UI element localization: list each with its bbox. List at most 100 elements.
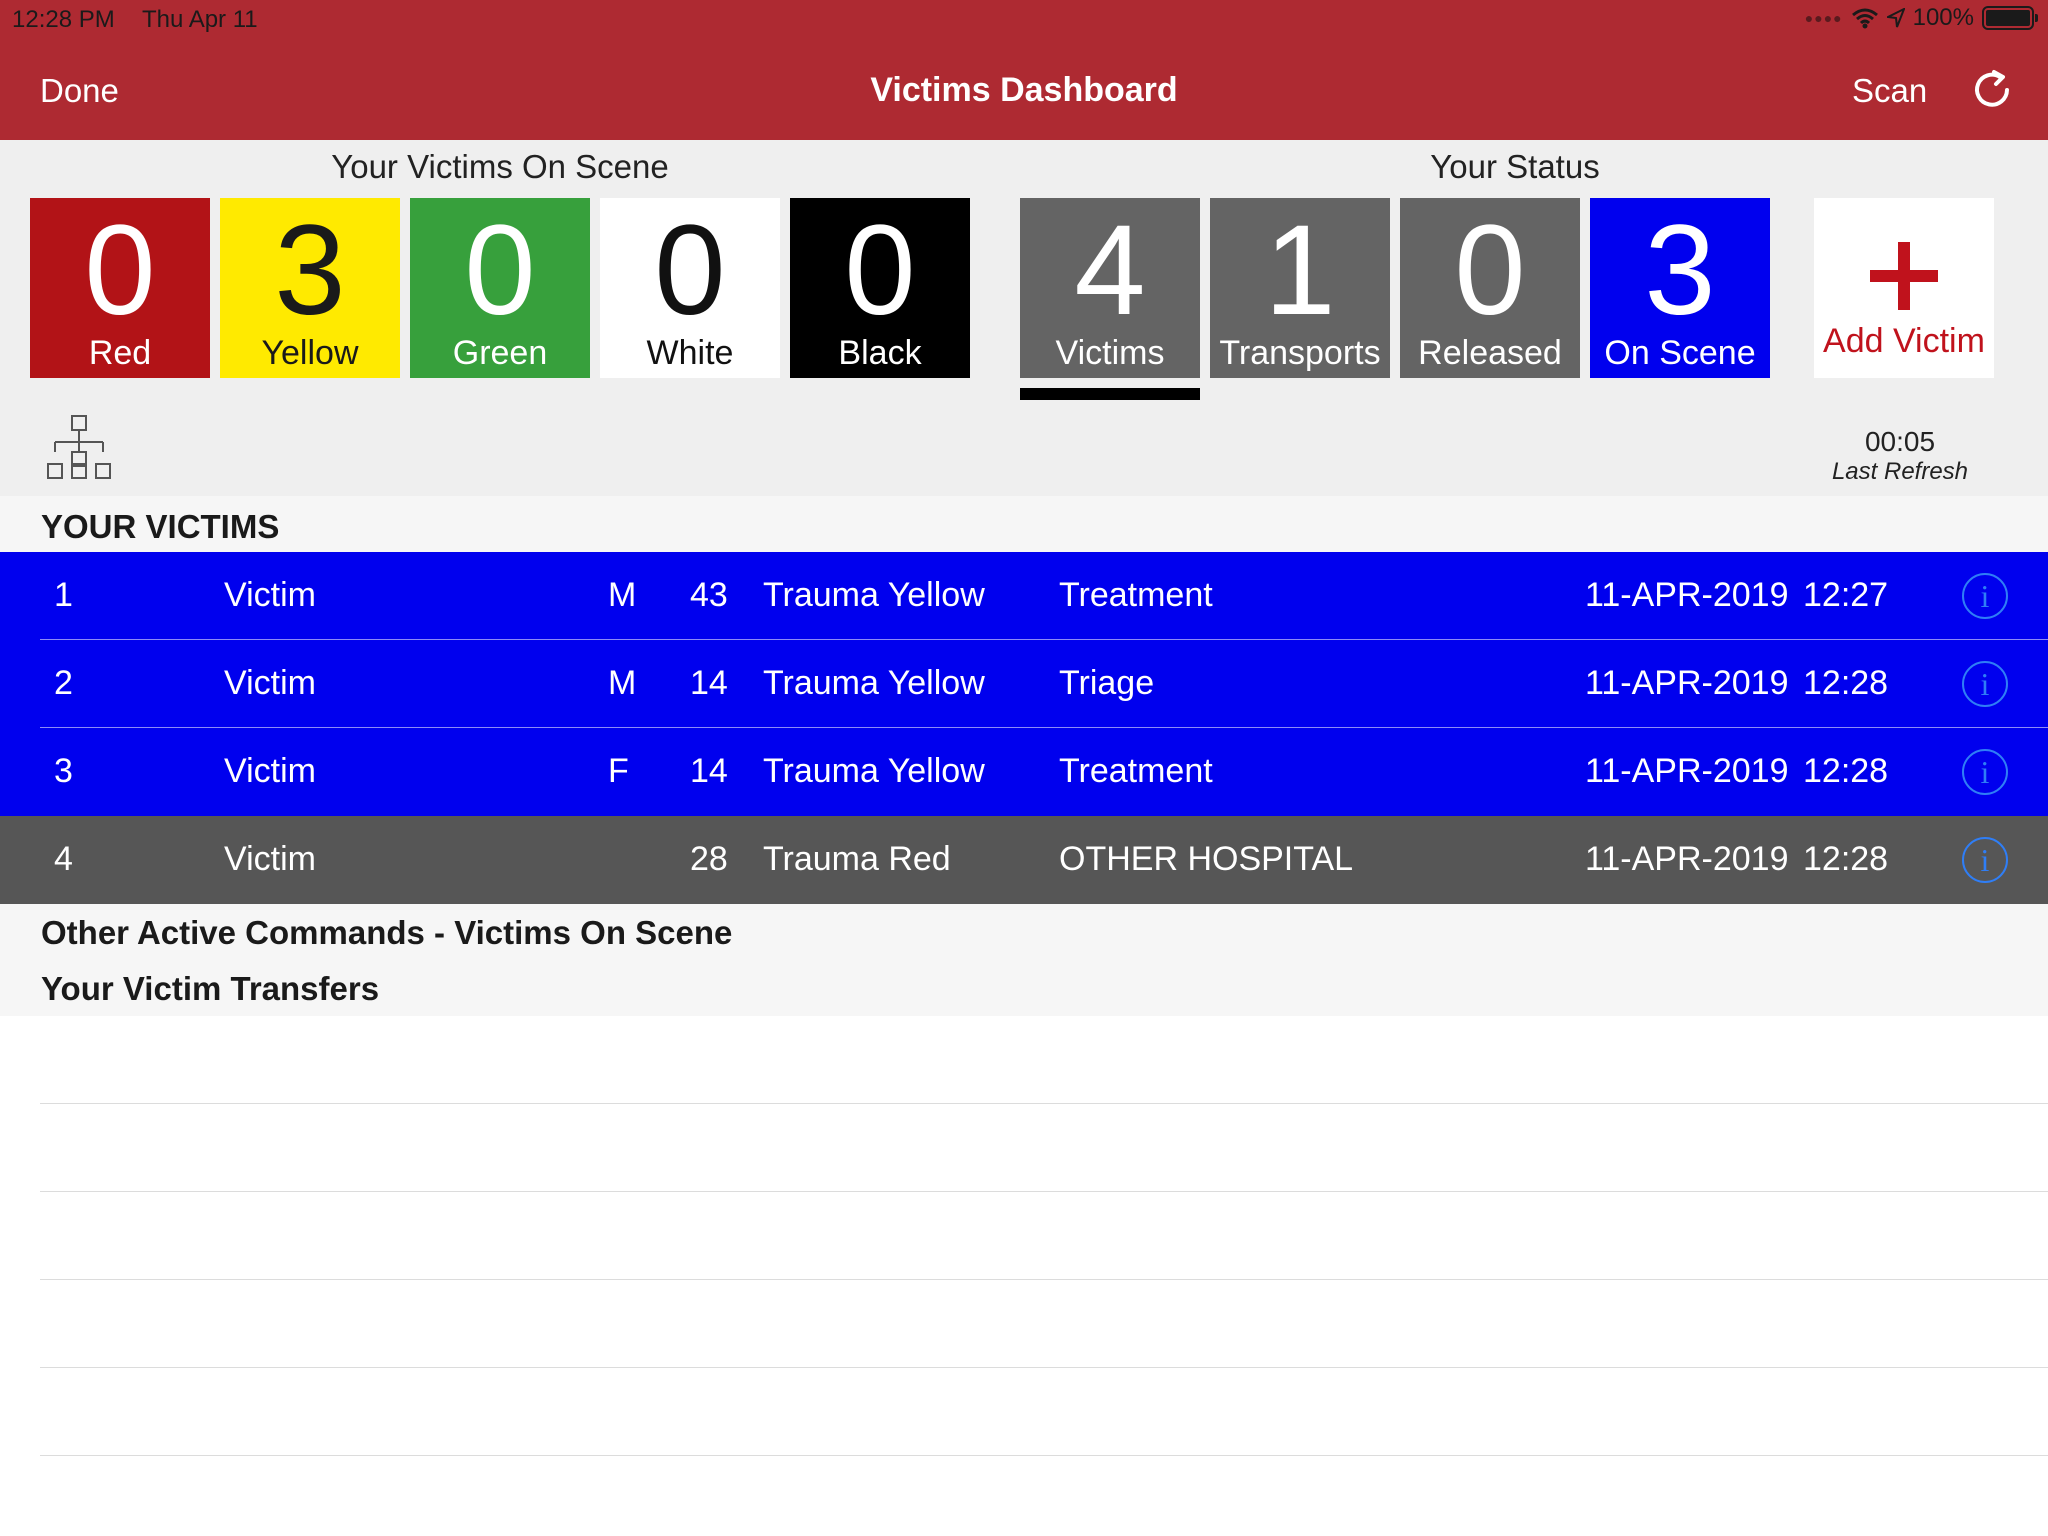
victim-time: 12:28 <box>1803 752 1889 790</box>
green-count: 0 <box>464 199 536 342</box>
victim-category: Trauma Yellow <box>763 752 985 790</box>
other-commands-header[interactable]: Other Active Commands - Victims On Scene <box>0 904 2048 960</box>
victim-row[interactable]: 4 Victim 28 Trauma Red OTHER HOSPITAL 11… <box>0 816 2048 904</box>
selected-tab-indicator <box>1020 388 1200 400</box>
on-scene-count: 3 <box>1644 199 1716 342</box>
other-commands-heading: Other Active Commands - Victims On Scene <box>41 914 733 951</box>
victims-list: 1 Victim M 43 Trauma Yellow Treatment 11… <box>0 552 2048 904</box>
plus-icon <box>1870 242 1938 310</box>
empty-row-divider <box>40 1279 2048 1280</box>
victim-name: Victim <box>224 752 316 790</box>
info-icon[interactable]: i <box>1962 837 2008 883</box>
green-label: Green <box>452 334 548 372</box>
transfers-heading: Your Victim Transfers <box>41 970 380 1007</box>
victim-row[interactable]: 3 Victim F 14 Trauma Yellow Treatment 11… <box>0 728 2048 816</box>
victims-count-tile[interactable]: 4 Victims <box>1020 198 1200 378</box>
empty-row-divider <box>40 1103 2048 1104</box>
victim-category: Trauma Yellow <box>763 576 985 614</box>
refresh-label: Last Refresh <box>1831 458 1969 485</box>
status-heading: Your Status <box>1430 148 1600 185</box>
victim-sex: M <box>608 664 637 702</box>
on-scene-heading: Your Victims On Scene <box>331 148 669 185</box>
info-icon[interactable]: i <box>1962 749 2008 795</box>
scan-button[interactable]: Scan <box>1852 72 1927 110</box>
red-count-tile[interactable]: 0 Red <box>30 198 210 378</box>
status-time: 12:28 PM <box>12 6 115 33</box>
white-count: 0 <box>654 199 726 342</box>
empty-row-divider <box>40 1191 2048 1192</box>
victim-id: 3 <box>54 752 73 790</box>
victim-date: 11-APR-2019 <box>1585 840 1789 878</box>
wifi-icon <box>1851 8 1878 29</box>
victim-id: 2 <box>54 664 73 702</box>
white-label: White <box>646 334 734 372</box>
your-victims-heading: YOUR VICTIMS <box>41 508 280 545</box>
victim-name: Victim <box>224 576 316 614</box>
white-count-tile[interactable]: 0 White <box>600 198 780 378</box>
battery-icon <box>1982 6 2038 30</box>
location-arrow-icon <box>1886 8 1905 28</box>
victim-status: Treatment <box>1059 752 1213 790</box>
victim-row[interactable]: 2 Victim M 14 Trauma Yellow Triage 11-AP… <box>0 640 2048 728</box>
victim-date: 11-APR-2019 <box>1585 576 1789 614</box>
transports-count-tile[interactable]: 1 Transports <box>1210 198 1390 378</box>
victim-time: 12:28 <box>1803 664 1889 702</box>
victim-sex: M <box>608 576 637 614</box>
victim-status: OTHER HOSPITAL <box>1059 840 1354 878</box>
victim-age: 28 <box>690 840 728 878</box>
victim-category: Trauma Red <box>763 840 951 878</box>
empty-row-divider <box>40 1455 2048 1456</box>
signal-icon: ●●●● <box>1804 10 1843 26</box>
add-victim-button[interactable]: Add Victim <box>1814 198 1994 378</box>
victim-category: Trauma Yellow <box>763 664 985 702</box>
black-label: Black <box>838 334 922 372</box>
yellow-count: 3 <box>274 199 346 342</box>
green-count-tile[interactable]: 0 Green <box>410 198 590 378</box>
victim-name: Victim <box>224 664 316 702</box>
info-icon[interactable]: i <box>1962 661 2008 707</box>
victim-id: 4 <box>54 840 73 878</box>
victims-count: 4 <box>1074 199 1146 342</box>
refresh-icon[interactable] <box>1970 68 2014 112</box>
victim-id: 1 <box>54 576 73 614</box>
refresh-timer: 00:05 <box>1864 426 1936 457</box>
battery-percent: 100% <box>1912 4 1974 31</box>
victim-age: 14 <box>690 752 728 790</box>
info-icon[interactable]: i <box>1962 573 2008 619</box>
victim-row[interactable]: 1 Victim M 43 Trauma Yellow Treatment 11… <box>0 552 2048 640</box>
victim-name: Victim <box>224 840 316 878</box>
victims-label: Victims <box>1055 334 1165 372</box>
victim-status: Triage <box>1059 664 1155 702</box>
hierarchy-icon[interactable] <box>46 414 112 480</box>
page-title: Victims Dashboard <box>870 71 1178 109</box>
victim-age: 43 <box>690 576 728 614</box>
victim-sex: F <box>608 752 629 790</box>
released-count: 0 <box>1454 199 1526 342</box>
black-count-tile[interactable]: 0 Black <box>790 198 970 378</box>
red-label: Red <box>88 334 152 372</box>
status-date: Thu Apr 11 <box>142 6 258 33</box>
add-victim-label: Add Victim <box>1823 322 1985 360</box>
victim-date: 11-APR-2019 <box>1585 664 1789 702</box>
status-indicators: ●●●● 100% <box>1804 4 2038 32</box>
released-count-tile[interactable]: 0 Released <box>1400 198 1580 378</box>
victim-time: 12:28 <box>1803 840 1889 878</box>
black-count: 0 <box>844 199 916 342</box>
transfers-header[interactable]: Your Victim Transfers <box>0 960 2048 1016</box>
transports-count: 1 <box>1264 199 1336 342</box>
empty-row-divider <box>40 1367 2048 1368</box>
victim-age: 14 <box>690 664 728 702</box>
transports-label: Transports <box>1219 334 1381 372</box>
summary-panel: Your Victims On Scene Your Status 0 Red … <box>0 140 2048 496</box>
your-victims-header: YOUR VICTIMS <box>0 496 2048 552</box>
top-bar: 12:28 PM Thu Apr 11 ●●●● 100% Done Victi… <box>0 0 2048 140</box>
red-count: 0 <box>84 199 156 342</box>
on-scene-count-tile[interactable]: 3 On Scene <box>1590 198 1770 378</box>
victim-date: 11-APR-2019 <box>1585 752 1789 790</box>
victim-status: Treatment <box>1059 576 1213 614</box>
victim-time: 12:27 <box>1803 576 1889 614</box>
on-scene-label: On Scene <box>1604 334 1756 372</box>
yellow-label: Yellow <box>261 334 359 372</box>
yellow-count-tile[interactable]: 3 Yellow <box>220 198 400 378</box>
released-label: Released <box>1418 334 1562 372</box>
